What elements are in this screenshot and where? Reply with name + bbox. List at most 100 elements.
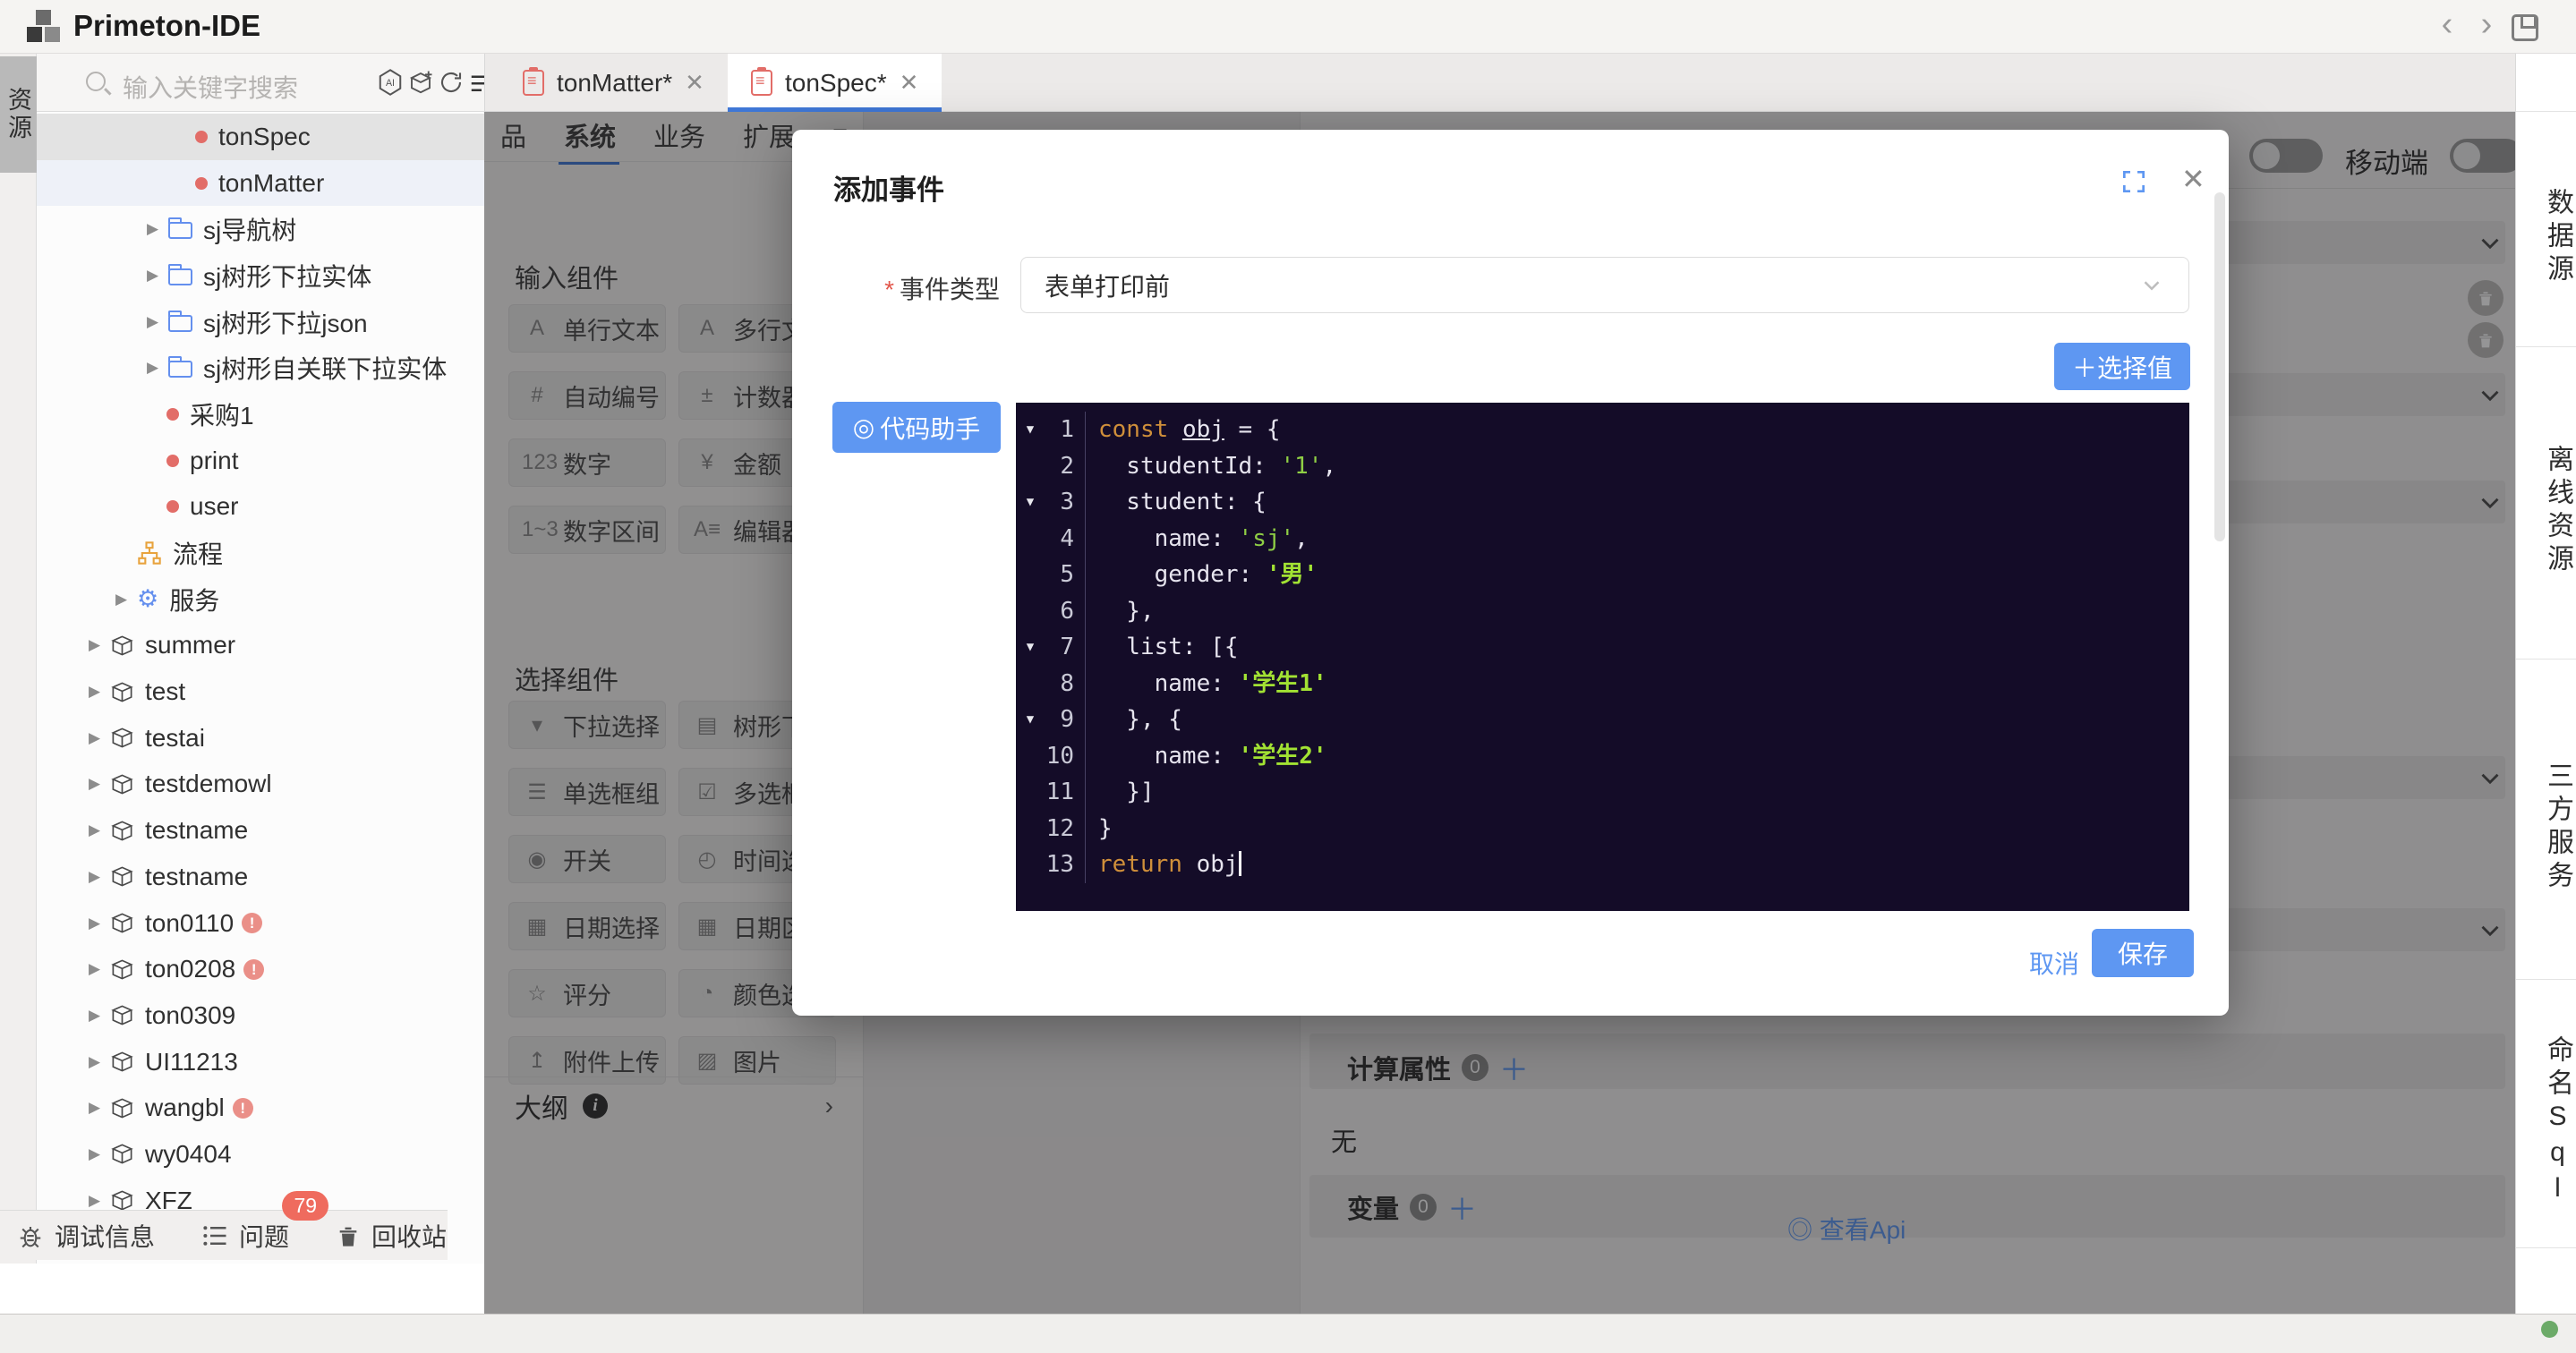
- resource-tree: tonSpectonMatter▶sj导航树▶sj树形下拉实体▶sj树形下拉js…: [37, 112, 484, 1264]
- tree-item-testai[interactable]: ▶testai: [37, 715, 484, 762]
- caret-icon[interactable]: ▶: [89, 1145, 110, 1163]
- nav-back-icon[interactable]: ‹: [2427, 5, 2467, 44]
- caret-icon[interactable]: ▶: [147, 220, 168, 238]
- line-number: 13: [1045, 847, 1086, 883]
- fold-icon[interactable]: ▼: [1016, 412, 1045, 448]
- caret-icon[interactable]: ▶: [89, 729, 110, 747]
- sidebar-search-row: 输入关键字搜索 AI En文: [37, 54, 484, 112]
- close-icon[interactable]: ✕: [900, 69, 919, 97]
- cancel-button[interactable]: 取消: [2020, 940, 2088, 986]
- fold-spacer: [1016, 557, 1045, 593]
- fold-icon[interactable]: ▼: [1016, 484, 1045, 521]
- recycle-bin-button[interactable]: 回收站: [336, 1218, 447, 1254]
- save-icon[interactable]: [2512, 14, 2538, 41]
- fullscreen-icon[interactable]: [2120, 167, 2148, 196]
- nav-forward-icon[interactable]: ›: [2467, 5, 2506, 44]
- caret-icon[interactable]: ▶: [89, 915, 110, 932]
- error-badge: !: [242, 913, 262, 933]
- new-module-icon[interactable]: [407, 67, 434, 98]
- chevron-down-icon: [2138, 272, 2165, 299]
- tree-item-ton0110[interactable]: ▶ton0110!: [37, 900, 484, 947]
- search-icon: [86, 72, 106, 91]
- tree-item-采购1[interactable]: 采购1: [37, 391, 484, 438]
- refresh-icon[interactable]: [438, 67, 465, 98]
- tree-item-testname[interactable]: ▶ testname: [37, 854, 484, 900]
- tree-item-ton0309[interactable]: ▶ton0309: [37, 992, 484, 1039]
- tree-item-服务[interactable]: ▶⚙服务: [37, 576, 484, 623]
- robot-icon: ◎: [853, 413, 874, 442]
- fold-icon[interactable]: ▼: [1016, 629, 1045, 666]
- code-assistant-button[interactable]: ◎代码助手: [832, 402, 1001, 453]
- list-icon: [201, 1222, 228, 1249]
- tree-item-sj树形自关联下拉实体[interactable]: ▶sj树形自关联下拉实体: [37, 345, 484, 391]
- caret-icon[interactable]: ▶: [147, 359, 168, 377]
- tree-item-label: testname: [145, 863, 248, 891]
- caret-icon[interactable]: ▶: [89, 1053, 110, 1071]
- tree-item-testdemowl[interactable]: ▶testdemowl: [37, 762, 484, 808]
- editor-tab-tonSpec[interactable]: tonSpec* ✕: [728, 54, 942, 112]
- tree-item-wangbl[interactable]: ▶wangbl!: [37, 1085, 484, 1131]
- close-icon[interactable]: ✕: [685, 69, 704, 97]
- code-line-1: ▼1const obj = {: [1016, 412, 2189, 448]
- tree-item-sj导航树[interactable]: ▶sj导航树: [37, 206, 484, 252]
- left-rail: 资源: [0, 54, 37, 1264]
- close-icon[interactable]: ✕: [2181, 162, 2205, 196]
- tree-item-ton0208[interactable]: ▶ton0208!: [37, 946, 484, 992]
- rail-tab-离线资源[interactable]: 离线资源: [2516, 347, 2576, 659]
- caret-icon[interactable]: ▶: [115, 591, 137, 608]
- error-badge: !: [233, 1098, 253, 1119]
- tree-item-print[interactable]: print: [37, 438, 484, 484]
- tree-item-user[interactable]: user: [37, 484, 484, 531]
- caret-icon[interactable]: ▶: [147, 313, 168, 331]
- save-button[interactable]: 保存: [2092, 929, 2194, 977]
- status-right[interactable]: [2541, 1321, 2569, 1338]
- tree-item-testname[interactable]: ▶testname: [37, 807, 484, 854]
- tree-item-流程[interactable]: 流程: [37, 530, 484, 576]
- pick-value-button[interactable]: ＋选择值: [2054, 343, 2190, 390]
- caret-icon[interactable]: ▶: [89, 868, 110, 886]
- line-number: 3: [1045, 484, 1086, 521]
- caret-icon[interactable]: ▶: [89, 775, 110, 793]
- tree-item-tonSpec[interactable]: tonSpec: [37, 114, 484, 160]
- tab-label: tonSpec*: [785, 69, 887, 98]
- rail-tab-三方服务[interactable]: 三方服务: [2516, 659, 2576, 980]
- tree-item-UI11213[interactable]: ▶UI11213: [37, 1039, 484, 1085]
- package-icon: [110, 864, 134, 889]
- folder-icon: [168, 268, 192, 285]
- ai-icon[interactable]: AI: [377, 67, 404, 98]
- debug-info-button[interactable]: 调试信息: [17, 1218, 155, 1254]
- modal-scrollbar[interactable]: [2214, 192, 2225, 541]
- fold-icon[interactable]: ▼: [1016, 702, 1045, 738]
- tree-item-sj树形下拉实体[interactable]: ▶sj树形下拉实体: [37, 252, 484, 299]
- package-icon: [110, 911, 134, 935]
- code-line-8: 8 name: '学生1': [1016, 666, 2189, 702]
- app-header: Primeton-IDE ‹ ›: [0, 0, 2576, 54]
- tree-item-summer[interactable]: ▶summer: [37, 623, 484, 669]
- fold-spacer: [1016, 774, 1045, 811]
- event-type-select[interactable]: 表单打印前: [1020, 257, 2189, 313]
- caret-icon[interactable]: ▶: [89, 1192, 110, 1210]
- package-icon: [110, 957, 134, 982]
- rail-tab-数据源[interactable]: 数据源: [2516, 112, 2576, 347]
- resource-sidebar: 输入关键字搜索 AI En文 tonSpectonMatter▶sj导航树▶sj…: [37, 54, 484, 1264]
- rail-tab-resources[interactable]: 资源: [0, 56, 37, 173]
- tree-item-sj树形下拉json[interactable]: ▶sj树形下拉json: [37, 299, 484, 345]
- tree-item-label: user: [190, 492, 238, 521]
- caret-icon[interactable]: ▶: [89, 1007, 110, 1025]
- problems-button[interactable]: 问题 79: [201, 1218, 289, 1254]
- tree-item-test[interactable]: ▶test: [37, 668, 484, 715]
- code-editor[interactable]: ▼1const obj = {2 studentId: '1',▼3 stude…: [1016, 403, 2189, 911]
- rail-tab-命名Sql[interactable]: 命名Sql: [2516, 980, 2576, 1248]
- tree-item-tonMatter[interactable]: tonMatter: [37, 160, 484, 207]
- tree-item-wy0404[interactable]: ▶wy0404: [37, 1131, 484, 1178]
- caret-icon[interactable]: ▶: [89, 636, 110, 654]
- caret-icon[interactable]: ▶: [89, 683, 110, 701]
- caret-icon[interactable]: ▶: [89, 1099, 110, 1117]
- editor-tab-tonMatter[interactable]: tonMatter*✕: [499, 54, 728, 112]
- search-input[interactable]: 输入关键字搜索: [123, 69, 298, 105]
- folder-icon: [168, 361, 192, 378]
- caret-icon[interactable]: ▶: [89, 821, 110, 839]
- code-line-12: 12}: [1016, 811, 2189, 847]
- caret-icon[interactable]: ▶: [89, 960, 110, 978]
- caret-icon[interactable]: ▶: [147, 267, 168, 285]
